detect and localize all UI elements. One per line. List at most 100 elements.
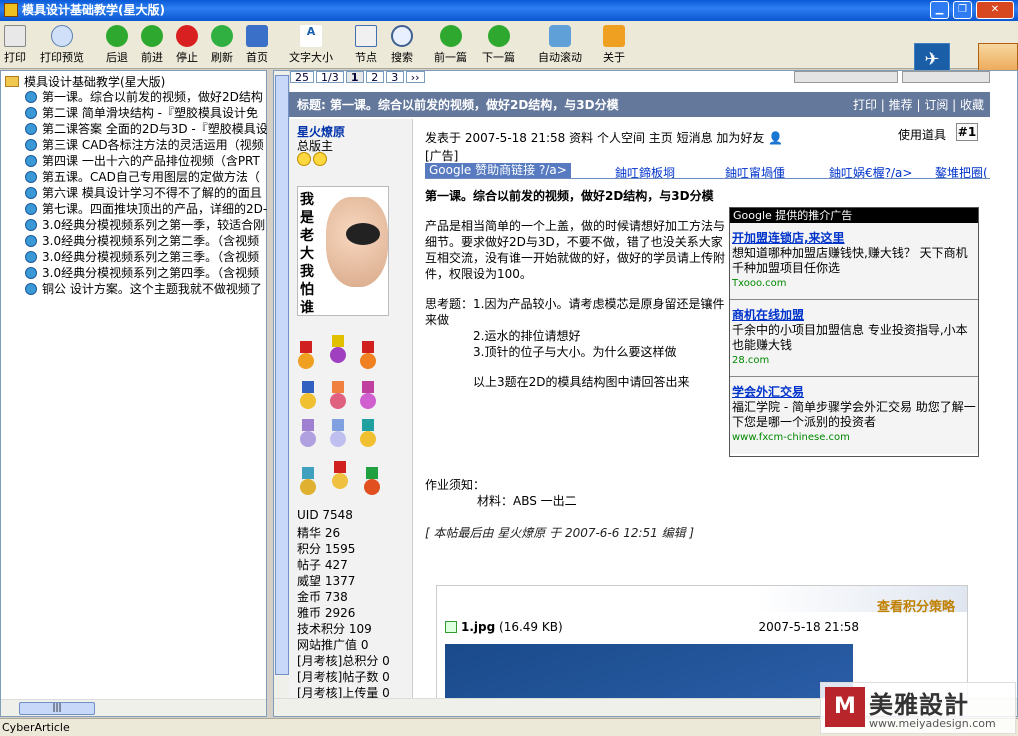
- document-icon: [25, 251, 37, 263]
- back-icon: [106, 25, 128, 47]
- watermark-url: www.meiyadesign.com: [869, 717, 996, 730]
- document-icon: [25, 139, 37, 151]
- document-icon: [25, 155, 37, 167]
- tree-item[interactable]: 3.0经典分模视频系列之第一季，较适合刚: [25, 217, 267, 233]
- app-window: 模具设计基础教学(星大版) ▁ ❐ ✕ 打印 打印预览 后退 前进 停止 刷新 …: [0, 0, 1018, 736]
- close-button[interactable]: ✕: [976, 1, 1014, 19]
- pager-position: 1/3: [316, 71, 344, 83]
- tree-item[interactable]: 3.0经典分模视频系列之第四季。（含视频: [25, 265, 267, 281]
- document-icon: [25, 203, 37, 215]
- smile-icon: [297, 152, 311, 166]
- node-button[interactable]: 节点: [355, 25, 377, 67]
- font-size-icon: A: [300, 25, 322, 47]
- score-policy-link[interactable]: 查看积分策略: [877, 596, 955, 615]
- question-1: 思考题：1.因为产品较小。请考虑模芯是原身留还是镶件来做: [425, 297, 725, 327]
- font-size-button[interactable]: A 文字大小: [289, 25, 333, 67]
- post-actions[interactable]: 打印 | 推荐 | 订阅 | 收藏: [853, 92, 984, 118]
- homework-notice: 作业须知： 材料：ABS 一出二: [425, 477, 577, 509]
- about-button[interactable]: 关于: [603, 25, 625, 67]
- tree-item[interactable]: 第一课。综合以前发的视频，做好2D结构: [25, 89, 267, 105]
- tree-item[interactable]: 第七课。四面推块顶出的产品，详细的2D-: [25, 201, 267, 217]
- pager-next[interactable]: ››: [405, 71, 425, 83]
- sponsor-link[interactable]: 鏊堆把圈(: [935, 164, 988, 178]
- printer-icon: [4, 25, 26, 47]
- minimize-button[interactable]: ▁: [930, 1, 949, 19]
- medal-icon: [357, 381, 379, 411]
- ad-item[interactable]: 学会外汇交易 福汇学院 - 简单步骤学会外汇交易 助您了解一下您是哪一个派别的投…: [730, 377, 978, 454]
- question-note: 以上3题在2D的模具结构图中请回答出来: [473, 375, 690, 389]
- sponsor-link[interactable]: 鈾叿甯堝偅: [725, 164, 785, 178]
- medal-icon: [327, 419, 349, 449]
- tree-item[interactable]: 第二课答案 全面的2D与3D -『塑胶模具设: [25, 121, 267, 137]
- stat-posts: 帖子 427: [297, 558, 348, 572]
- ad-item[interactable]: 开加盟连锁店,来这里 想知道哪种加盟店赚钱快,赚大钱？ 天下商机千种加盟项目任你…: [730, 223, 978, 300]
- stop-button[interactable]: 停止: [176, 25, 198, 67]
- node-icon: [355, 25, 377, 47]
- attachment-date: 2007-5-18 21:58: [758, 620, 860, 634]
- prev-article-icon: [439, 25, 462, 47]
- tree-root[interactable]: 模具设计基础教学(星大版): [5, 73, 165, 90]
- tree-item[interactable]: 第二课 简单滑块结构 -『塑胶模具设计免: [25, 105, 267, 121]
- tree-item[interactable]: 铜公 设计方案。这个主题我就不做视频了: [25, 281, 267, 297]
- reply-button[interactable]: [902, 71, 990, 83]
- about-icon: [603, 25, 625, 47]
- forward-button[interactable]: 前进: [141, 25, 163, 67]
- forward-icon: [141, 25, 163, 47]
- stat-monthly-posts: [月考核]帖子数 0: [297, 670, 390, 684]
- attachment-image[interactable]: [445, 644, 853, 704]
- tree-item[interactable]: 第三课 CAD各标注方法的灵活运用（视频: [25, 137, 267, 153]
- maximize-button[interactable]: ❐: [953, 1, 972, 19]
- search-button[interactable]: 搜索: [391, 25, 413, 67]
- attachment-size: (16.49 KB): [499, 620, 563, 634]
- next-article-button[interactable]: 下一篇: [482, 25, 515, 67]
- medal-icon: [297, 467, 319, 497]
- tree-item[interactable]: 3.0经典分模视频系列之第三季。（含视频: [25, 249, 267, 265]
- question-2: 2.运水的排位请想好: [473, 329, 581, 343]
- refresh-icon: [211, 25, 233, 47]
- avatar-caption: 我是老大 我怕谁: [300, 192, 314, 316]
- refresh-button[interactable]: 刷新: [211, 25, 233, 67]
- status-text: CyberArticle: [2, 721, 70, 734]
- sponsor-link[interactable]: 鈾叿鍗板埛: [615, 164, 675, 178]
- pager-page-3[interactable]: 3: [385, 71, 404, 83]
- scroll-thumb[interactable]: |||: [19, 702, 95, 715]
- auto-scroll-icon: [549, 25, 571, 47]
- post-header: 标题: 第一课。综合以前发的视频，做好2D结构，与3D分模 打印 | 推荐 | …: [289, 92, 990, 118]
- back-button[interactable]: 后退: [106, 25, 128, 67]
- medal-icon: [295, 341, 317, 371]
- stat-yabi: 雅币 2926: [297, 606, 356, 620]
- google-sponsor-label[interactable]: Google 赞助商链接 ?/a>: [425, 163, 571, 178]
- tree-item[interactable]: 3.0经典分模视频系列之第二季。（含视频: [25, 233, 267, 249]
- pager-total: 25: [290, 71, 314, 83]
- medal-icon: [327, 335, 349, 365]
- use-tools-link[interactable]: 使用道具: [898, 126, 946, 143]
- tree-item[interactable]: 第四课 一出十六的产品排位视频（含PRT: [25, 153, 267, 169]
- pager-page-1[interactable]: 1: [345, 71, 364, 83]
- pager: 25 1/3 1 2 3 ››: [290, 71, 427, 84]
- content-vertical-scrollbar[interactable]: [274, 71, 290, 698]
- attachment-filename[interactable]: 1.jpg: [461, 620, 495, 634]
- stat-uid: UID 7548: [297, 508, 353, 522]
- print-button[interactable]: 打印: [4, 25, 26, 67]
- home-button[interactable]: 首页: [246, 25, 268, 67]
- image-file-icon: [445, 621, 457, 633]
- document-icon: [25, 91, 37, 103]
- pager-page-2[interactable]: 2: [365, 71, 384, 83]
- tree-item[interactable]: 第五课。CAD自己专用图层的定做方法（: [25, 169, 267, 185]
- floor-number: #1: [956, 123, 978, 141]
- question-3: 3.顶针的位子与大小。为什么要这样做: [473, 345, 677, 359]
- stat-tech-points: 技术积分 109: [297, 622, 372, 636]
- new-topic-button[interactable]: [794, 71, 898, 83]
- tree-item[interactable]: 第六课 模具设计学习不得不了解的的面且: [25, 185, 267, 201]
- sponsor-link[interactable]: 鈾叿娲€楃?/a>: [829, 164, 912, 178]
- tree-horizontal-scrollbar[interactable]: |||: [1, 699, 266, 716]
- ad-item[interactable]: 商机在线加盟 千余中的小项目加盟信息 专业投资指导,小本也能赚大钱 28.com: [730, 300, 978, 377]
- scroll-thumb[interactable]: [275, 75, 289, 675]
- document-icon: [25, 267, 37, 279]
- post-meta[interactable]: 发表于 2007-5-18 21:58 资料 个人空间 主页 短消息 加为好友 …: [425, 129, 783, 146]
- auto-scroll-button[interactable]: 自动滚动: [538, 25, 582, 67]
- edit-note: [ 本帖最后由 星火燎原 于 2007-6-6 12:51 编辑 ]: [425, 526, 695, 540]
- prev-article-button[interactable]: 前一篇: [434, 25, 467, 67]
- app-icon: [4, 3, 18, 17]
- print-preview-button[interactable]: 打印预览: [40, 25, 84, 67]
